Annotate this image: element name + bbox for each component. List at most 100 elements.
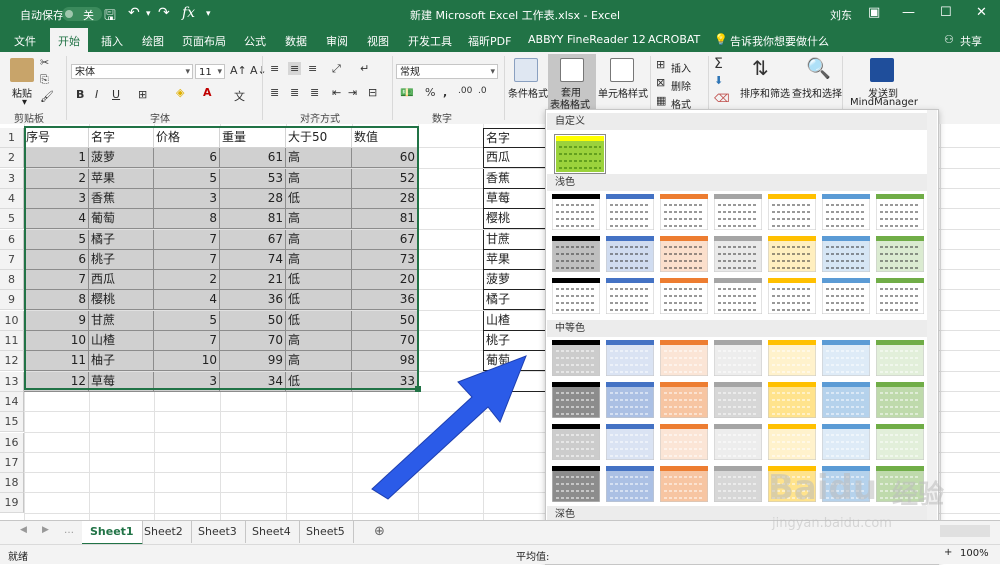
align-top-icon[interactable]: ≡ [270, 62, 279, 75]
function-icon[interactable]: fx [182, 5, 195, 21]
user-name[interactable]: 刘东 [830, 7, 852, 23]
row-header[interactable]: 13 [0, 371, 24, 392]
table-style-swatch[interactable] [660, 466, 708, 502]
table-cell[interactable]: 99 [220, 351, 286, 372]
tab-insert[interactable]: 插入 [101, 33, 123, 49]
table-cell[interactable]: 52 [352, 168, 418, 189]
list-item[interactable]: 橘子 [483, 290, 548, 311]
row-header[interactable]: 5 [0, 209, 24, 230]
table-cell[interactable]: 3 [154, 371, 220, 392]
list-item[interactable]: 菠萝 [483, 270, 548, 291]
mindmanager-label[interactable]: MindManager [850, 97, 918, 108]
table-style-swatch[interactable] [606, 382, 654, 418]
table-cell[interactable]: 低 [286, 270, 352, 291]
bold-icon[interactable]: B [76, 88, 84, 101]
table-cell[interactable]: 菠萝 [89, 148, 154, 169]
table-style-swatch[interactable] [660, 278, 708, 314]
table-style-swatch[interactable] [876, 194, 924, 230]
table-cell[interactable]: 低 [286, 310, 352, 331]
table-cell[interactable]: 1 [24, 148, 89, 169]
format-painter-icon[interactable]: 🖌 [40, 90, 54, 103]
table-cell[interactable]: 樱桃 [89, 290, 154, 311]
conditional-format-icon[interactable] [514, 58, 538, 82]
table-cell[interactable]: 67 [352, 229, 418, 250]
italic-icon[interactable]: I [95, 88, 98, 101]
row-header[interactable]: 7 [0, 249, 24, 270]
table-cell[interactable]: 73 [352, 249, 418, 270]
table-cell[interactable]: 西瓜 [89, 270, 154, 291]
sheet-tab-sheet1[interactable]: Sheet1 [82, 521, 143, 545]
row-header[interactable]: 3 [0, 168, 24, 189]
tab-draw[interactable]: 绘图 [142, 33, 164, 49]
sheet-tab-sheet2[interactable]: Sheet2 [136, 521, 192, 543]
table-style-swatch[interactable] [822, 424, 870, 460]
table-style-swatch[interactable] [822, 194, 870, 230]
table-cell[interactable]: 葡萄 [89, 209, 154, 230]
align-middle-icon[interactable]: ≡ [288, 62, 302, 75]
table-header-cell[interactable]: 重量 [220, 128, 286, 148]
align-left-icon[interactable]: ≣ [270, 86, 279, 99]
table-cell[interactable]: 36 [220, 290, 286, 311]
table-style-swatch[interactable] [876, 424, 924, 460]
table-cell[interactable]: 61 [220, 148, 286, 169]
align-right-icon[interactable]: ≣ [310, 86, 319, 99]
table-cell[interactable]: 高 [286, 249, 352, 270]
table-style-swatch[interactable] [660, 236, 708, 272]
format-cells-icon[interactable]: ▦ [656, 94, 666, 107]
add-sheet-icon[interactable]: ⊕ [374, 524, 385, 539]
row-header[interactable]: 16 [0, 432, 24, 453]
percent-icon[interactable]: % [425, 86, 435, 99]
list-item[interactable]: 名字 [483, 128, 548, 148]
table-cell[interactable]: 香蕉 [89, 188, 154, 209]
table-style-swatch[interactable] [714, 340, 762, 376]
table-cell[interactable]: 高 [286, 148, 352, 169]
font-name-select[interactable]: 宋体 [71, 64, 193, 80]
merge-center-icon[interactable]: ⊟ [368, 86, 377, 99]
table-cell[interactable]: 高 [286, 229, 352, 250]
row-header[interactable]: 6 [0, 229, 24, 250]
table-cell[interactable]: 2 [24, 168, 89, 189]
table-style-swatch[interactable] [768, 236, 816, 272]
table-cell[interactable]: 36 [352, 290, 418, 311]
table-style-swatch[interactable] [552, 340, 600, 376]
table-cell[interactable]: 草莓 [89, 371, 154, 392]
row-header[interactable]: 17 [0, 452, 24, 473]
table-style-swatch[interactable] [714, 278, 762, 314]
delete-cells-button[interactable]: 删除 [671, 78, 691, 93]
table-style-swatch[interactable] [876, 466, 924, 502]
scroll-tabs-right-icon[interactable]: ▶ [42, 525, 49, 535]
tab-foxit-pdf[interactable]: 福昕PDF [468, 33, 511, 49]
table-style-swatch[interactable] [714, 194, 762, 230]
share-icon[interactable]: ⚇ [944, 33, 954, 46]
comma-style-icon[interactable]: , [443, 86, 447, 99]
autosum-icon[interactable]: Σ [714, 56, 723, 72]
row-header[interactable]: 18 [0, 473, 24, 494]
find-select-icon[interactable]: 🔍 [806, 56, 831, 80]
table-cell[interactable]: 7 [154, 249, 220, 270]
increase-font-icon[interactable]: A↑ [230, 64, 247, 77]
table-cell[interactable]: 21 [220, 270, 286, 291]
table-cell[interactable]: 28 [352, 188, 418, 209]
list-item[interactable]: 甘蔗 [483, 229, 548, 250]
delete-cells-icon[interactable]: ⊠ [656, 76, 665, 89]
align-center-icon[interactable]: ≣ [290, 86, 299, 99]
table-cell[interactable]: 20 [352, 270, 418, 291]
row-header[interactable]: 19 [0, 493, 24, 514]
table-cell[interactable]: 高 [286, 209, 352, 230]
horizontal-scrollbar[interactable] [940, 525, 990, 537]
tab-data[interactable]: 数据 [285, 33, 307, 49]
table-header-cell[interactable]: 大于50 [286, 128, 352, 148]
currency-icon[interactable]: 💵 [400, 86, 414, 99]
table-cell[interactable]: 苹果 [89, 168, 154, 189]
table-header-cell[interactable]: 序号 [24, 128, 89, 148]
cell-styles-button[interactable]: 单元格样式 [598, 85, 648, 100]
table-header-cell[interactable]: 数值 [352, 128, 418, 148]
phonetic-icon[interactable]: 文 [234, 88, 245, 104]
cut-icon[interactable]: ✂ [40, 56, 49, 69]
zoom-in-icon[interactable]: + [944, 547, 952, 558]
table-style-swatch[interactable] [768, 466, 816, 502]
underline-icon[interactable]: U [112, 88, 120, 101]
table-cell[interactable]: 67 [220, 229, 286, 250]
list-item[interactable]: 苹果 [483, 249, 548, 270]
table-style-swatch[interactable] [606, 194, 654, 230]
